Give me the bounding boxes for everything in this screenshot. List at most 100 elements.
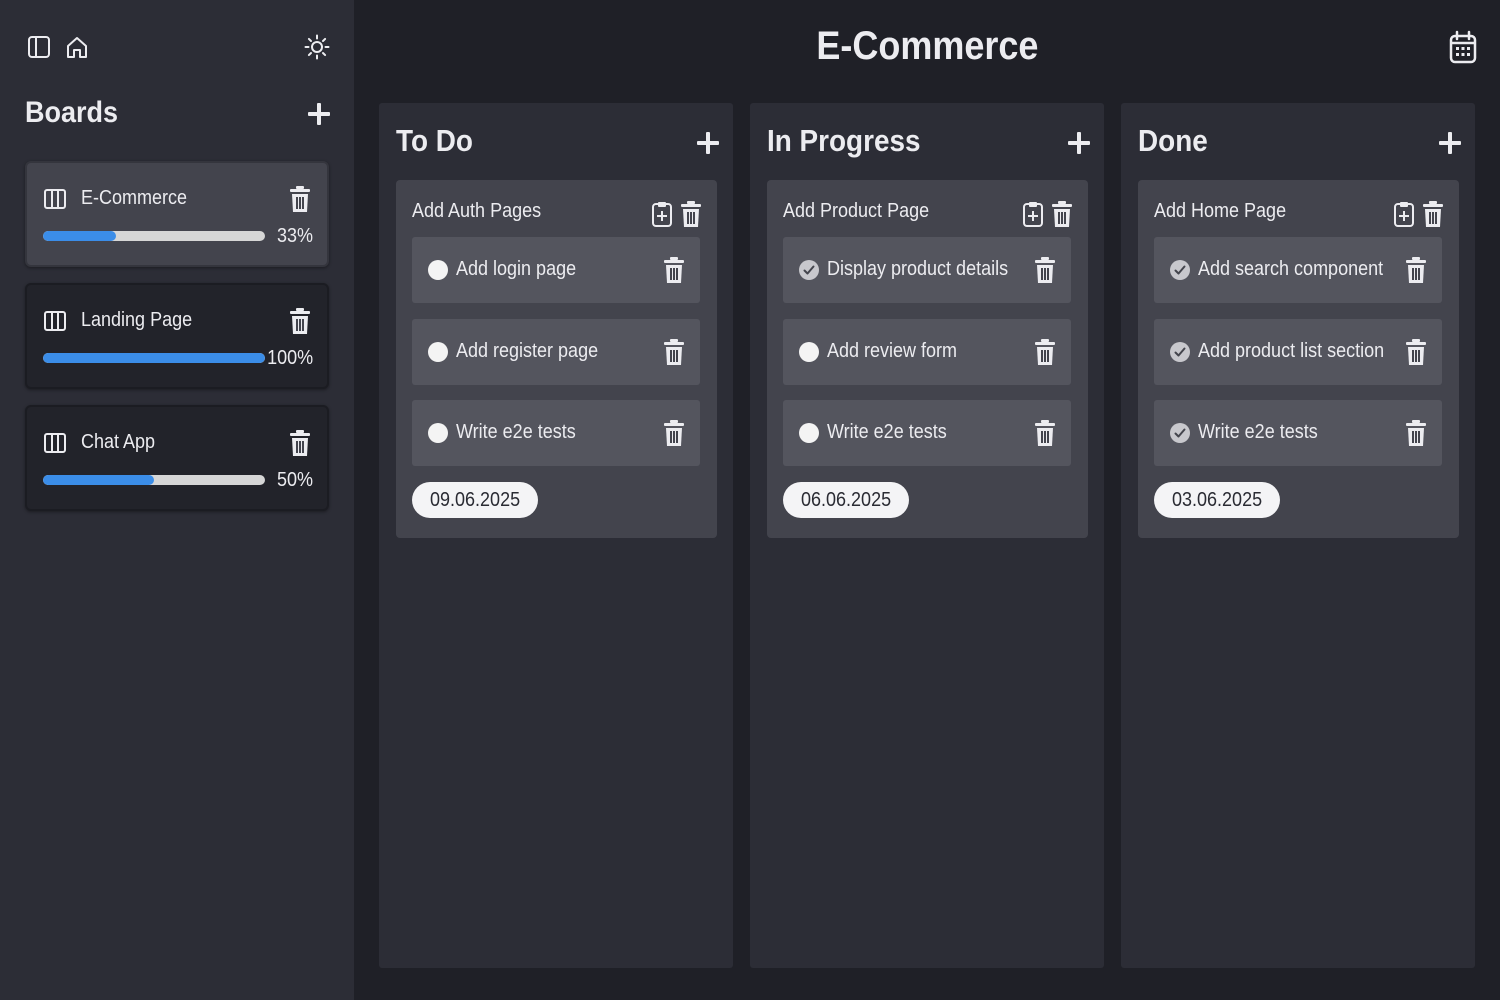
delete-subtask-button[interactable]: [1033, 256, 1057, 284]
plus-icon: [303, 98, 335, 130]
delete-subtask-button[interactable]: [1033, 419, 1057, 447]
subtask-checkbox[interactable]: [799, 260, 819, 280]
delete-board-button[interactable]: [287, 307, 313, 335]
trash-icon: [1404, 256, 1428, 284]
board-progress-label: 33%: [276, 225, 313, 247]
trash-icon: [1404, 338, 1428, 366]
clipboard-plus-icon: [1392, 200, 1416, 228]
add-task-button[interactable]: [692, 127, 724, 159]
page-title: E-Commerce: [0, 24, 1500, 69]
trash-icon: [287, 307, 313, 335]
delete-subtask-button[interactable]: [662, 256, 686, 284]
page-title-text: E-Commerce: [815, 24, 1039, 68]
trash-icon: [1421, 200, 1445, 228]
due-date-badge[interactable]: 09.06.2025: [412, 482, 539, 518]
calendar-button[interactable]: [1447, 30, 1479, 66]
sidebar: Boards E-Commerce 33% Landing Page 100% …: [0, 0, 354, 1000]
due-date-text: 09.06.2025: [430, 489, 521, 511]
check-icon: [1173, 263, 1187, 277]
subtask-checkbox[interactable]: [799, 342, 819, 362]
subtask-text: Add product list section: [1198, 340, 1385, 362]
delete-subtask-button[interactable]: [1404, 256, 1428, 284]
trash-icon: [1033, 338, 1057, 366]
due-date-badge[interactable]: 06.06.2025: [783, 482, 910, 518]
subtask-item: Add product list section: [1154, 319, 1442, 385]
check-icon: [1173, 345, 1187, 359]
trash-icon: [662, 256, 686, 284]
subtask-item: Write e2e tests: [1154, 400, 1442, 466]
delete-subtask-button[interactable]: [1404, 419, 1428, 447]
add-task-button[interactable]: [1434, 127, 1466, 159]
board-icon: [43, 309, 67, 333]
clipboard-plus-icon: [650, 200, 674, 228]
column-in-progress: In Progress Add Product Page Display pro…: [750, 103, 1104, 968]
board-card-landing-page[interactable]: Landing Page 100%: [25, 283, 329, 389]
subtask-text: Add login page: [456, 258, 577, 280]
subtask-item: Write e2e tests: [783, 400, 1071, 466]
board-name: E-Commerce: [81, 187, 188, 209]
due-date-text: 03.06.2025: [1172, 489, 1263, 511]
subtask-text: Add register page: [456, 340, 599, 362]
add-subtask-button[interactable]: [650, 200, 674, 228]
board-progress-fill: [43, 353, 265, 363]
board-progress-label: 50%: [276, 469, 313, 491]
board-card-chat-app[interactable]: Chat App 50%: [25, 405, 329, 511]
column-done: Done Add Home Page Add search component …: [1121, 103, 1475, 968]
trash-icon: [1404, 419, 1428, 447]
subtask-item: Write e2e tests: [412, 400, 700, 466]
task-title: Add Auth Pages: [412, 200, 542, 222]
board-progress-bar: [43, 475, 265, 485]
board-progress-fill: [43, 475, 154, 485]
delete-subtask-button[interactable]: [1033, 338, 1057, 366]
subtask-checkbox[interactable]: [1170, 342, 1190, 362]
delete-subtask-button[interactable]: [662, 338, 686, 366]
check-icon: [802, 263, 816, 277]
board-progress-fill: [43, 231, 117, 241]
delete-subtask-button[interactable]: [662, 419, 686, 447]
delete-board-button[interactable]: [287, 429, 313, 457]
subtask-checkbox[interactable]: [428, 423, 448, 443]
calendar-icon: [1449, 30, 1477, 64]
task-card: Add Auth Pages Add login page Add regist…: [396, 180, 717, 538]
trash-icon: [1033, 256, 1057, 284]
task-card: Add Home Page Add search component Add p…: [1138, 180, 1459, 538]
subtask-text: Display product details: [827, 258, 1009, 280]
subtask-text: Write e2e tests: [827, 421, 947, 443]
column-title: To Do: [396, 123, 473, 158]
board-icon: [43, 431, 67, 455]
subtask-checkbox[interactable]: [1170, 423, 1190, 443]
column-title: Done: [1138, 123, 1208, 158]
column-title: In Progress: [767, 123, 921, 158]
trash-icon: [679, 200, 703, 228]
delete-board-button[interactable]: [287, 185, 313, 213]
due-date-badge[interactable]: 03.06.2025: [1154, 482, 1281, 518]
task-card: Add Product Page Display product details…: [767, 180, 1088, 538]
add-task-button[interactable]: [1063, 127, 1095, 159]
board-icon: [43, 187, 67, 211]
board-progress-bar: [43, 231, 265, 241]
trash-icon: [287, 185, 313, 213]
subtask-text: Add search component: [1198, 258, 1384, 280]
trash-icon: [662, 419, 686, 447]
subtask-checkbox[interactable]: [799, 423, 819, 443]
subtask-checkbox[interactable]: [428, 260, 448, 280]
board-progress-label: 100%: [266, 347, 313, 369]
delete-task-button[interactable]: [1421, 200, 1445, 228]
board-progress-bar: [43, 353, 265, 363]
subtask-checkbox[interactable]: [428, 342, 448, 362]
subtask-item: Add register page: [412, 319, 700, 385]
delete-subtask-button[interactable]: [1404, 338, 1428, 366]
add-subtask-button[interactable]: [1392, 200, 1416, 228]
trash-icon: [1033, 419, 1057, 447]
add-subtask-button[interactable]: [1021, 200, 1045, 228]
delete-task-button[interactable]: [1050, 200, 1074, 228]
plus-icon: [1434, 127, 1466, 159]
task-title: Add Home Page: [1154, 200, 1287, 222]
subtask-item: Display product details: [783, 237, 1071, 303]
trash-icon: [662, 338, 686, 366]
board-name: Landing Page: [81, 309, 193, 331]
subtask-checkbox[interactable]: [1170, 260, 1190, 280]
add-board-button[interactable]: [303, 98, 335, 130]
board-card-e-commerce[interactable]: E-Commerce 33%: [25, 161, 329, 267]
delete-task-button[interactable]: [679, 200, 703, 228]
